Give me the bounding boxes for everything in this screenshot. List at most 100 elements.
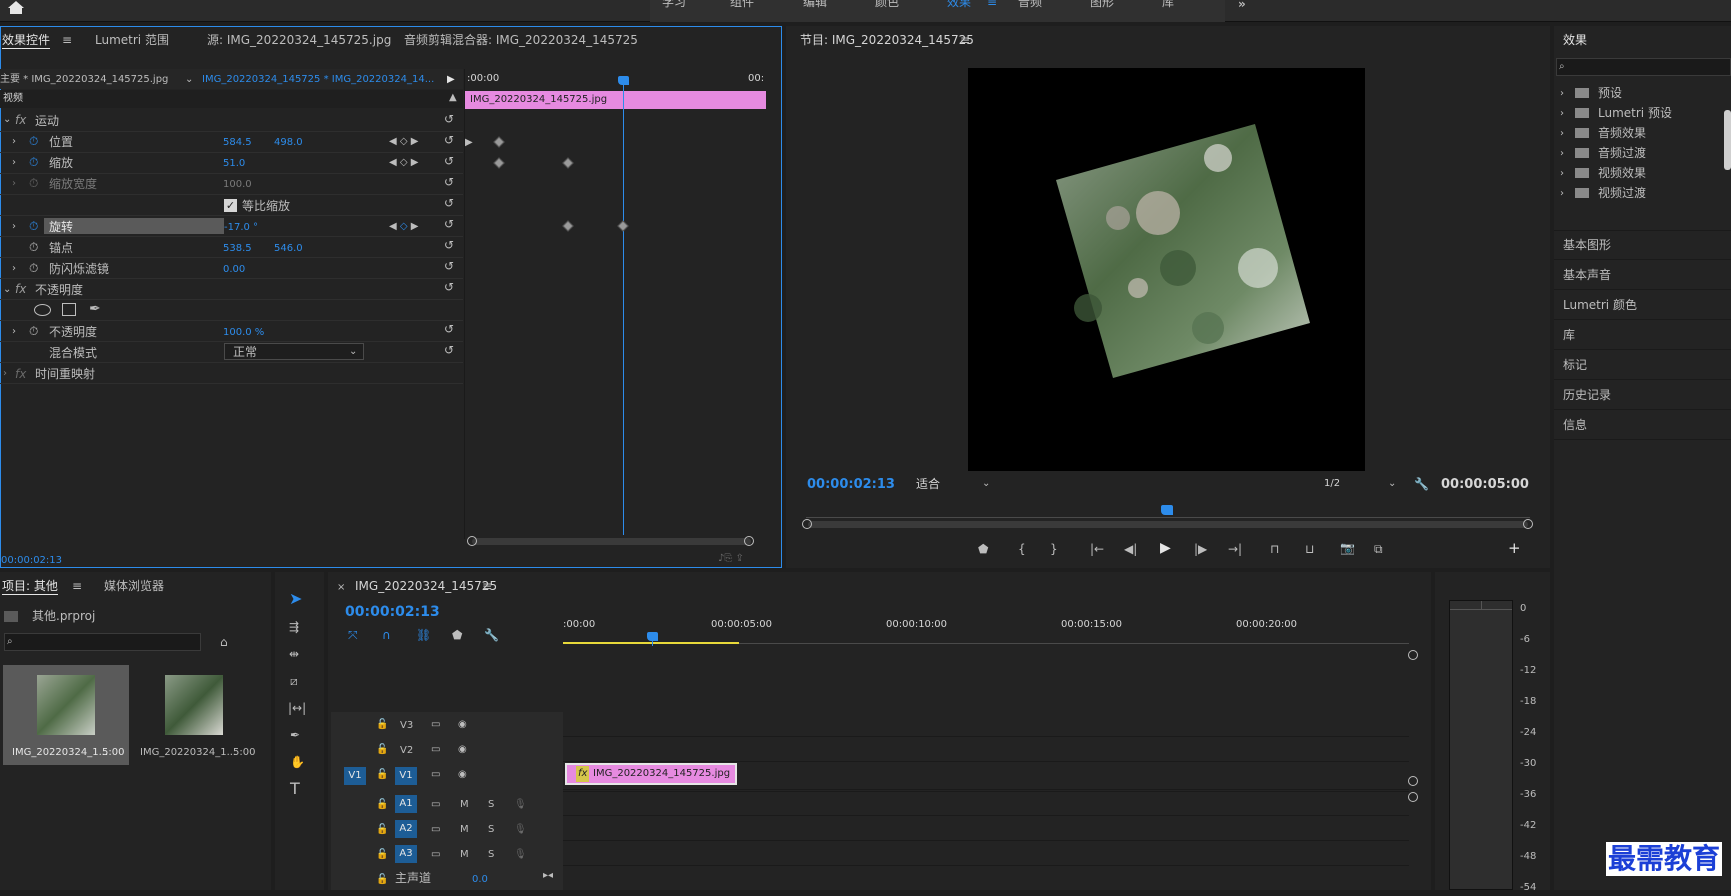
pen-mask-icon[interactable]: ✒ [89,301,101,317]
program-timecode[interactable]: 00:00:02:13 [807,477,895,493]
stopwatch-icon[interactable]: ⏱ [29,133,38,149]
workspace-tab-assembly[interactable]: 组件 [730,0,754,10]
solo-button[interactable]: S [488,847,494,863]
reset-icon[interactable]: ↺ [444,237,454,253]
microphone-icon[interactable]: 🎙 [514,822,527,838]
go-to-end-icon[interactable]: ▸◂ [543,868,553,884]
new-bin-icon[interactable]: ⌂ [220,634,228,650]
ec-export-icon[interactable]: ♪⎘ ⇪ [718,551,744,567]
lock-icon[interactable]: 🔓 [376,797,388,813]
track-target-a2[interactable]: A2 [395,820,417,838]
expand-icon[interactable]: › [12,176,16,192]
slip-tool-icon[interactable]: |↔| [288,700,306,716]
scroll-handle-icon[interactable] [744,536,754,546]
lift-icon[interactable]: ⊓ [1270,541,1279,557]
section-essential-graphics[interactable]: 基本图形 [1563,237,1611,253]
eye-icon[interactable]: ◉ [458,767,467,783]
eye-icon[interactable]: ◉ [458,742,467,758]
scroll-handle-icon[interactable] [802,519,812,529]
razor-tool-icon[interactable]: ⧄ [290,673,298,689]
timeline-ruler[interactable]: :00:00 00:00:05:00 00:00:10:00 00:00:15:… [563,614,1409,644]
track-target-a3[interactable]: A3 [395,845,417,863]
ec-playhead-handle[interactable] [618,76,629,85]
scroll-handle-icon[interactable] [467,536,477,546]
selection-tool-icon[interactable]: ➤ [289,591,302,607]
mark-in-icon[interactable]: { [1018,541,1026,557]
ec-zoom-scrollbar[interactable] [472,538,751,545]
scroll-handle-icon[interactable] [1523,519,1533,529]
prop-value[interactable]: 100.0 % [223,325,264,341]
microphone-icon[interactable]: 🎙 [514,797,527,813]
section-lumetri-color[interactable]: Lumetri 颜色 [1563,297,1637,313]
sync-lock-icon[interactable]: ▭ [431,822,440,838]
fit-select[interactable]: 适合 ⌄ [910,475,995,493]
panel-menu-icon[interactable]: ≡ [72,578,82,594]
project-search-input[interactable]: ⌕ [4,633,201,651]
section-markers[interactable]: 标记 [1563,357,1587,373]
lock-icon[interactable]: 🔓 [376,822,388,838]
track-target-v1[interactable]: V1 [395,767,417,785]
mark-out-icon[interactable]: } [1050,541,1058,557]
panel-menu-icon[interactable]: ≡ [960,32,970,48]
wrench-icon[interactable]: 🔧 [1414,476,1429,492]
master-volume-value[interactable]: 0.0 [472,872,488,888]
reset-icon[interactable]: ↺ [444,258,454,274]
tab-audio-mixer[interactable]: 音频剪辑混合器: IMG_20220324_145725 [404,32,638,48]
lock-icon[interactable]: 🔓 [376,872,388,888]
prop-value[interactable]: -17.0 ° [224,220,258,236]
stopwatch-icon[interactable]: ⏱ [29,218,38,234]
workspace-tab-libraries[interactable]: 库 [1162,0,1174,10]
nest-icon[interactable]: ⤧ [348,627,358,643]
workspace-tab-color[interactable]: 颜色 [875,0,899,10]
rectangle-mask-icon[interactable] [62,303,76,316]
sync-lock-icon[interactable]: ▭ [431,767,440,783]
add-button-icon[interactable]: + [1508,540,1521,556]
panel-menu-icon[interactable]: ≡ [482,578,492,594]
workspace-menu-icon[interactable]: ≡ [987,0,997,10]
tab-effect-controls[interactable]: 效果控件 [2,32,51,49]
workspace-tab-editing[interactable]: 编辑 [803,0,827,10]
resolution-select[interactable]: 1/2 ⌄ [1316,475,1402,493]
section-history[interactable]: 历史记录 [1563,387,1611,403]
tab-project[interactable]: 项目: 其他 [2,578,58,595]
prop-value-x[interactable]: 584.5 [223,135,252,151]
reset-icon[interactable]: ↺ [444,216,454,232]
stopwatch-icon[interactable]: ⏱ [29,239,38,255]
stopwatch-icon[interactable]: ⏱ [29,260,38,276]
expand-icon[interactable]: ⌄ [3,282,11,298]
expand-icon[interactable]: › [1560,186,1564,202]
program-monitor-title[interactable]: 节目: IMG_20220324_145725 [800,32,974,48]
timeline-timecode[interactable]: 00:00:02:13 [345,604,440,620]
program-canvas[interactable] [968,68,1365,471]
reset-icon[interactable]: ↺ [444,153,454,169]
workspace-more-icon[interactable]: » [1238,0,1246,12]
track-select-tool-icon[interactable]: ⇶ [289,619,299,635]
scroll-handle-icon[interactable] [1408,776,1418,786]
linked-selection-icon[interactable]: ⛓ [416,627,431,643]
go-to-in-icon[interactable]: |← [1090,541,1104,557]
expand-icon[interactable]: › [12,261,16,277]
expand-icon[interactable]: › [12,134,16,150]
keyframe-nav-icon[interactable]: ◀ ◇ ▶ [389,134,418,150]
scroll-handle-icon[interactable] [1408,650,1418,660]
master-clip-label[interactable]: 主要 * IMG_20220324_145725.jpg [0,72,168,88]
close-icon[interactable]: × [337,580,345,596]
reset-icon[interactable]: ↺ [444,342,454,358]
work-area-bar[interactable] [563,642,739,644]
ellipse-mask-icon[interactable] [34,304,51,316]
effects-scrollbar[interactable] [1724,110,1731,170]
prop-value[interactable]: 51.0 [223,156,245,172]
prop-value[interactable]: 0.00 [223,262,245,278]
solo-button[interactable]: S [488,822,494,838]
prop-value-y[interactable]: 546.0 [274,241,303,257]
lock-icon[interactable]: 🔓 [376,767,388,783]
play-icon[interactable]: ▶ [1160,540,1171,556]
source-patch-v1[interactable]: V1 [344,767,366,785]
comparison-view-icon[interactable]: ⧉ [1374,541,1383,557]
stopwatch-icon[interactable]: ⏱ [29,323,38,339]
export-frame-icon[interactable]: 📷 [1340,540,1355,556]
effects-search-input[interactable]: ⌕ [1556,58,1731,76]
prop-value-y[interactable]: 498.0 [274,135,303,151]
section-essential-sound[interactable]: 基本声音 [1563,267,1611,283]
keyframe-nav-icon[interactable]: ◀ ◇ ▶ [389,219,418,235]
